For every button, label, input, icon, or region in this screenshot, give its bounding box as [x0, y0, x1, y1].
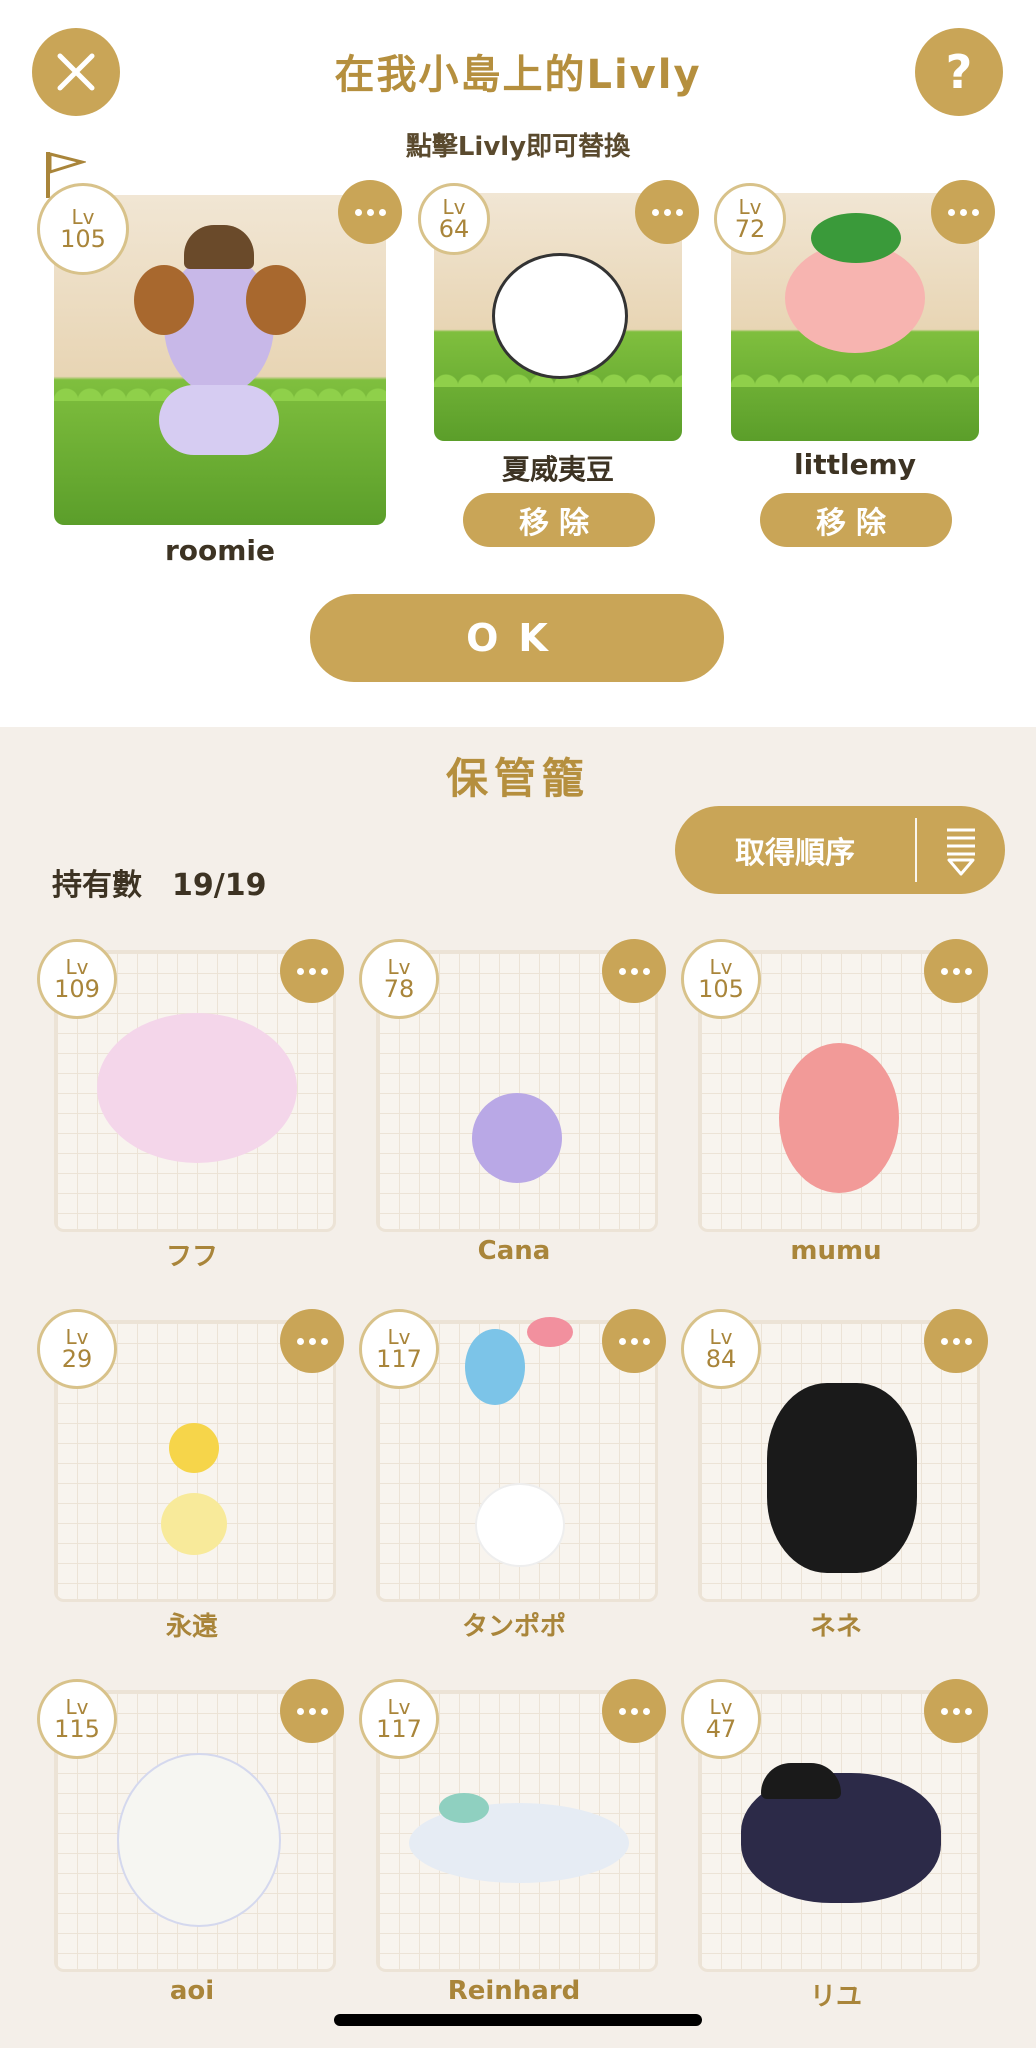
- remove-button[interactable]: 移除: [760, 493, 952, 547]
- more-icon: [296, 1707, 304, 1715]
- level-badge: Lv 117: [359, 1679, 439, 1759]
- livly-image: [97, 1013, 297, 1163]
- level-badge: Lv 117: [359, 1309, 439, 1389]
- level-badge: Lv 78: [359, 939, 439, 1019]
- livly-image: [767, 1383, 917, 1573]
- livly-image: [779, 1043, 899, 1193]
- livly-name: mumu: [790, 1236, 882, 1266]
- more-button[interactable]: [602, 939, 666, 1003]
- home-indicator[interactable]: [334, 2014, 702, 2026]
- livly-name: 夏威夷豆: [501, 453, 614, 486]
- livly-name: ネネ: [809, 1612, 862, 1642]
- livly-name: Cana: [477, 1236, 551, 1266]
- level-badge: Lv 64: [418, 183, 490, 255]
- more-icon: [651, 208, 659, 216]
- more-button[interactable]: [924, 1309, 988, 1373]
- more-icon: [296, 1337, 304, 1345]
- more-icon: [940, 1337, 948, 1345]
- more-button[interactable]: [602, 1309, 666, 1373]
- more-icon: [618, 1707, 626, 1715]
- sort-label: 取得順序: [735, 836, 855, 871]
- more-icon: [947, 208, 955, 216]
- livly-image: [169, 1423, 219, 1473]
- more-icon: [618, 1337, 626, 1345]
- livly-name: フフ: [165, 1242, 218, 1272]
- level-badge: Lv 109: [37, 939, 117, 1019]
- livly-name: littlemy: [794, 448, 916, 481]
- livly-image: [117, 1753, 281, 1927]
- help-icon: ?: [945, 45, 973, 99]
- more-icon: [296, 967, 304, 975]
- level-badge: Lv 29: [37, 1309, 117, 1389]
- livly-image: [472, 1093, 562, 1183]
- more-button[interactable]: [931, 180, 995, 244]
- sort-button[interactable]: 取得順序: [675, 806, 1005, 894]
- remove-button[interactable]: 移除: [463, 493, 655, 547]
- page-title: 在我小島上的Livly: [334, 52, 702, 98]
- more-button[interactable]: [280, 1309, 344, 1373]
- more-button[interactable]: [338, 180, 402, 244]
- more-icon: [940, 967, 948, 975]
- livly-name: 永遠: [165, 1612, 218, 1642]
- livly-name: aoi: [169, 1976, 215, 2006]
- level-badge: Lv 84: [681, 1309, 761, 1389]
- more-button[interactable]: [635, 180, 699, 244]
- more-button[interactable]: [924, 939, 988, 1003]
- more-button[interactable]: [280, 1679, 344, 1743]
- level-badge: Lv 47: [681, 1679, 761, 1759]
- instruction-text: 點擊Livly即可替換: [405, 132, 631, 162]
- livly-image: [465, 1329, 525, 1405]
- help-button[interactable]: ?: [915, 28, 1003, 116]
- storage-title: 保管籠: [445, 754, 590, 803]
- livly-name: roomie: [164, 534, 276, 567]
- more-icon: [618, 967, 626, 975]
- more-button[interactable]: [924, 1679, 988, 1743]
- livly-image: [492, 253, 628, 379]
- more-button[interactable]: [602, 1679, 666, 1743]
- livly-name: Reinhard: [447, 1976, 581, 2006]
- level-badge: Lv 115: [37, 1679, 117, 1759]
- level-badge: Lv 105: [37, 183, 129, 275]
- level-badge: Lv 105: [681, 939, 761, 1019]
- more-icon: [354, 208, 362, 216]
- more-icon: [940, 1707, 948, 1715]
- livly-name: タンポポ: [461, 1612, 566, 1642]
- sort-icon: [947, 828, 975, 876]
- livly-name: リユ: [809, 1982, 862, 2012]
- more-button[interactable]: [280, 939, 344, 1003]
- holding-count: 持有數 19/19: [52, 868, 267, 903]
- ok-button[interactable]: OK: [310, 594, 724, 682]
- level-badge: Lv 72: [714, 183, 786, 255]
